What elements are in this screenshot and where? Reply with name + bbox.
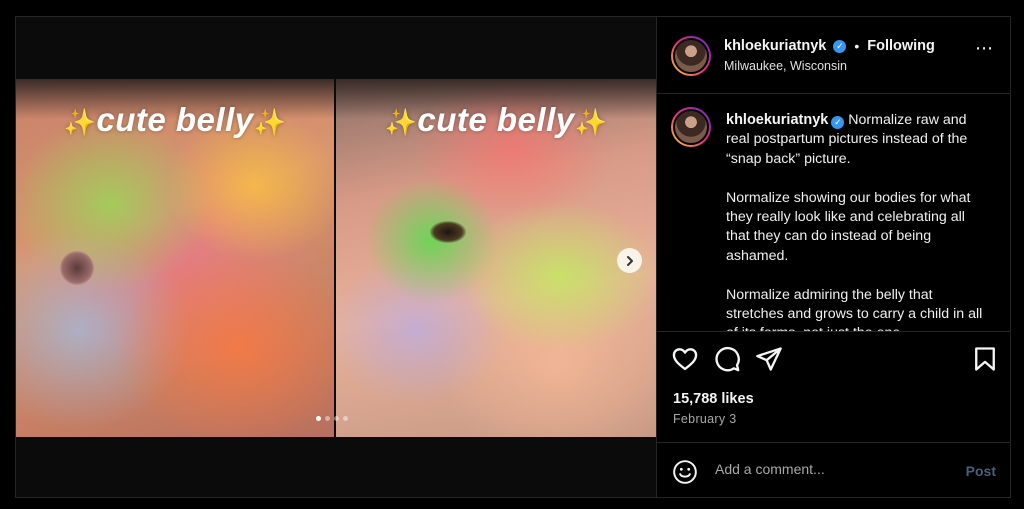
share-icon[interactable] xyxy=(755,345,783,373)
post-comment-button[interactable]: Post xyxy=(966,463,996,479)
more-options-icon[interactable]: ⋯ xyxy=(975,39,994,57)
post-header: khloekuriatnyk ✓ • Following Milwaukee, … xyxy=(657,17,1010,94)
carousel-dot xyxy=(334,416,339,421)
bookmark-icon[interactable] xyxy=(971,345,999,373)
chevron-right-icon xyxy=(626,255,633,266)
like-count[interactable]: 15,788 likes xyxy=(673,391,754,407)
separator: • xyxy=(854,38,860,54)
comment-icon[interactable] xyxy=(713,345,741,373)
post-media: ✨cute belly✨ ✨cute belly✨ xyxy=(16,17,656,497)
comment-input[interactable] xyxy=(715,461,935,477)
photo-right: ✨cute belly✨ xyxy=(336,79,656,437)
photo-left: ✨cute belly✨ xyxy=(16,79,334,437)
verified-badge-icon: ✓ xyxy=(833,39,847,53)
post-date[interactable]: February 3 xyxy=(673,412,736,426)
carousel-dot xyxy=(343,416,348,421)
carousel-dot-active xyxy=(316,416,321,421)
heart-icon[interactable] xyxy=(671,345,699,373)
post-side-panel: khloekuriatnyk ✓ • Following Milwaukee, … xyxy=(656,17,1010,497)
caption-text: khloekuriatnyk ✓ Normalize raw and real p… xyxy=(726,111,988,331)
location-link[interactable]: Milwaukee, Wisconsin xyxy=(724,59,847,73)
carousel-dots xyxy=(316,416,348,421)
caption-section: khloekuriatnyk ✓ Normalize raw and real p… xyxy=(657,95,1010,331)
navel-left xyxy=(60,251,94,285)
author-username[interactable]: khloekuriatnyk xyxy=(724,38,826,54)
navel-right xyxy=(430,221,466,243)
comment-box: Post xyxy=(657,442,1010,497)
following-button[interactable]: Following xyxy=(867,38,935,54)
overlay-caption-left: ✨cute belly✨ xyxy=(63,101,287,138)
overlay-caption-right: ✨cute belly✨ xyxy=(384,101,608,138)
divider xyxy=(657,331,1010,332)
post-dialog: ✨cute belly✨ ✨cute belly✨ khloekuriatnyk… xyxy=(15,16,1011,498)
carousel-dot xyxy=(325,416,330,421)
next-slide-button[interactable] xyxy=(617,248,642,273)
action-bar xyxy=(671,345,1001,375)
caption-username[interactable]: khloekuriatnyk xyxy=(726,112,828,128)
verified-badge-icon: ✓ xyxy=(831,116,845,130)
emoji-icon[interactable] xyxy=(672,459,698,485)
caption-avatar[interactable] xyxy=(671,107,711,147)
caption-body: Normalize raw and real postpartum pictur… xyxy=(726,112,983,331)
avatar[interactable] xyxy=(671,36,711,76)
